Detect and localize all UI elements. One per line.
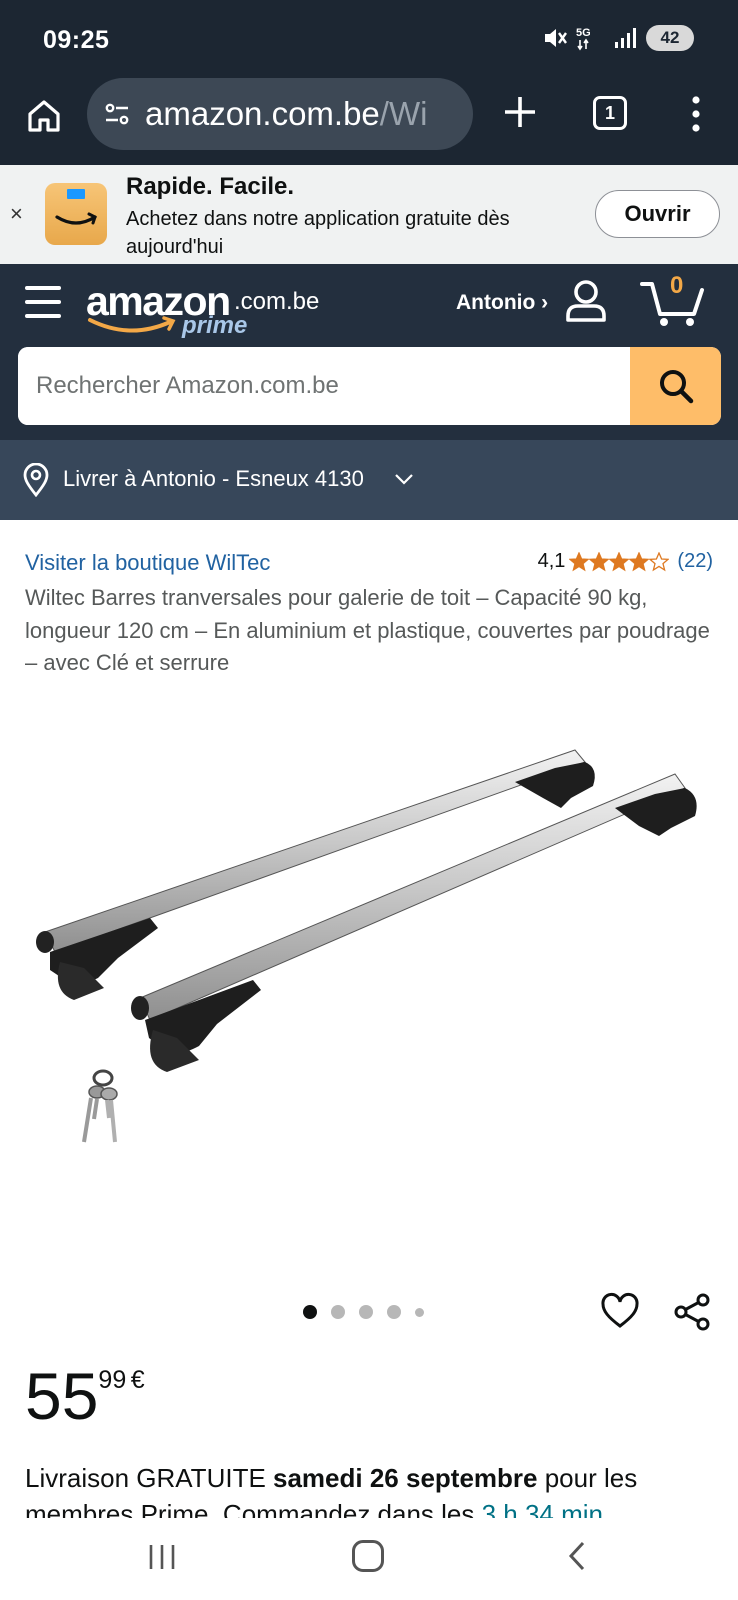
recents-icon[interactable] xyxy=(147,1542,177,1572)
star-icon xyxy=(589,551,610,571)
star-icon xyxy=(629,551,650,571)
product-price: 5599 € xyxy=(25,1358,145,1434)
url-bar[interactable]: amazon.com.be/Wi xyxy=(87,78,473,150)
price-currency: € xyxy=(130,1366,145,1394)
delivery-info: Livraison GRATUITE samedi 26 septembre p… xyxy=(25,1460,715,1518)
delivery-location-text: Livrer à Antonio - Esneux 4130 xyxy=(63,466,364,491)
plus-icon[interactable] xyxy=(500,92,540,132)
carousel-dot[interactable] xyxy=(387,1305,401,1319)
chevron-down-icon xyxy=(395,474,413,485)
search-button[interactable] xyxy=(630,347,721,425)
banner-subtitle: Achetez dans notre application gratuite … xyxy=(126,208,510,258)
carousel-dot[interactable] xyxy=(331,1305,345,1319)
system-nav-bar xyxy=(0,1518,738,1600)
logo-prime: prime xyxy=(182,312,248,339)
browser-toolbar: amazon.com.be/Wi 1 xyxy=(0,78,738,165)
store-link[interactable]: Visiter la boutique WilTec xyxy=(25,550,270,576)
star-icon xyxy=(609,551,630,571)
carousel-dot[interactable] xyxy=(359,1305,373,1319)
hamburger-icon[interactable] xyxy=(25,286,61,318)
star-rating xyxy=(569,551,670,572)
more-vert-icon[interactable] xyxy=(684,94,708,134)
cart-count: 0 xyxy=(670,272,684,299)
signal-icon xyxy=(615,28,636,48)
url-text: amazon.com.be/Wi xyxy=(145,95,428,132)
amazon-app-logo xyxy=(45,183,107,245)
star-icon xyxy=(569,551,590,571)
keys-image xyxy=(82,1069,118,1143)
close-icon[interactable]: × xyxy=(10,201,23,227)
account-icon[interactable] xyxy=(564,278,608,324)
delivery-location-bar[interactable]: Livrer à Antonio - Esneux 4130 xyxy=(0,440,738,520)
rating-count[interactable]: (22) xyxy=(677,550,713,573)
product-image[interactable] xyxy=(25,730,715,1170)
account-link[interactable]: Antonio › xyxy=(456,291,548,315)
status-time: 09:25 xyxy=(43,26,110,54)
status-icons: 5G 42 xyxy=(542,24,694,52)
rating-summary[interactable]: 4,1 (22) xyxy=(538,550,713,573)
delivery-prefix: Livraison GRATUITE xyxy=(25,1463,274,1493)
location-pin-icon xyxy=(23,463,49,497)
network-icon: 5G xyxy=(576,27,591,51)
search-input[interactable] xyxy=(18,347,630,425)
share-icon[interactable] xyxy=(672,1292,712,1332)
mute-icon xyxy=(545,29,567,47)
battery-indicator: 42 xyxy=(646,25,694,51)
network-type-text: 5G xyxy=(576,27,591,39)
roof-bar-back xyxy=(36,749,595,1000)
price-fraction: 99 xyxy=(98,1366,127,1394)
image-carousel-dots[interactable] xyxy=(303,1305,424,1319)
amazon-logo[interactable]: amazon .com.be prime xyxy=(86,278,319,339)
carousel-dot[interactable] xyxy=(303,1305,317,1319)
smile-icon xyxy=(88,316,176,333)
url-path: /Wi xyxy=(379,95,428,132)
product-title: Wiltec Barres tranversales pour galerie … xyxy=(25,585,710,675)
delivery-countdown: 3 h 34 min xyxy=(481,1499,604,1518)
tab-switcher-button[interactable]: 1 xyxy=(593,96,627,130)
banner-title: Rapide. Facile. xyxy=(126,173,295,200)
nav-home-button[interactable] xyxy=(352,1540,384,1572)
heart-icon[interactable] xyxy=(600,1292,640,1330)
carousel-dot[interactable] xyxy=(415,1307,424,1317)
rating-value: 4,1 xyxy=(537,550,566,572)
delivery-date: samedi 26 septembre xyxy=(273,1463,538,1493)
amazon-header: amazon .com.be prime Antonio › 0 xyxy=(0,264,738,440)
back-icon[interactable] xyxy=(566,1540,588,1572)
open-app-button[interactable]: Ouvrir xyxy=(595,190,720,238)
star-icon xyxy=(649,551,670,571)
price-whole: 55 xyxy=(25,1359,99,1433)
app-install-banner: × Rapide. Facile. Achetez dans notre app… xyxy=(0,165,738,264)
home-icon[interactable] xyxy=(24,96,64,136)
search-box xyxy=(18,347,721,425)
search-icon xyxy=(659,370,693,404)
status-bar: 09:25 5G 42 xyxy=(0,0,738,78)
tune-icon[interactable] xyxy=(103,100,131,128)
